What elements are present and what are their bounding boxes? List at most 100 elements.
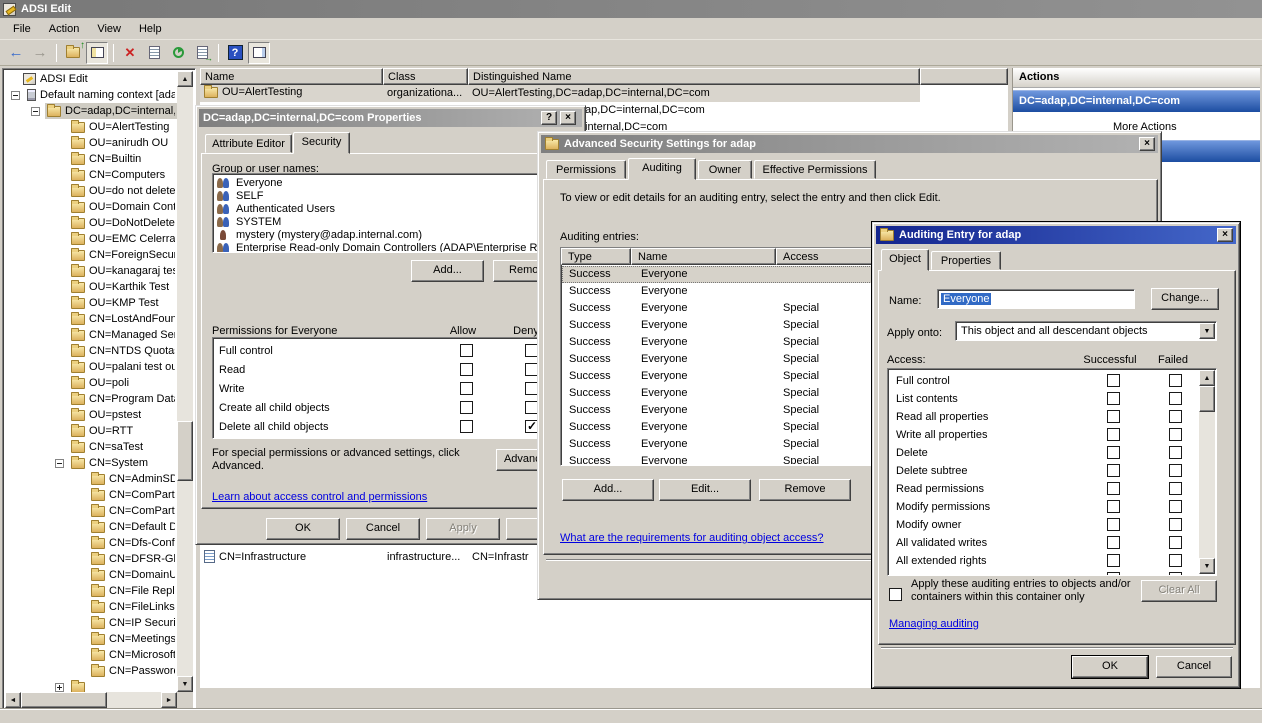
tree-item[interactable]: CN=NTDS Quotas xyxy=(5,343,177,359)
successful-checkbox[interactable] xyxy=(1107,518,1120,531)
tree-horizontal-scrollbar[interactable]: ◄ ► xyxy=(5,692,177,708)
cancel-button[interactable]: Cancel xyxy=(1156,656,1232,678)
group-list-item[interactable]: mystery (mystery@adap.internal.com) xyxy=(213,228,573,241)
tree-item[interactable]: CN=DomainUpd xyxy=(5,567,177,583)
allow-checkbox[interactable] xyxy=(460,382,473,395)
up-one-level-button[interactable]: ↑ xyxy=(62,42,84,64)
tree-item[interactable]: OU=kanagaraj test xyxy=(5,263,177,279)
scroll-thumb[interactable] xyxy=(1199,386,1215,412)
tree-item[interactable]: CN=System xyxy=(5,455,177,471)
ok-button[interactable]: OK xyxy=(1072,656,1148,678)
menu-file[interactable]: File xyxy=(4,20,40,38)
tree-expander-icon[interactable] xyxy=(31,107,40,116)
successful-checkbox[interactable] xyxy=(1107,464,1120,477)
group-list-item[interactable]: SELF xyxy=(213,189,573,202)
tree-item[interactable]: CN=Builtin xyxy=(5,151,177,167)
failed-checkbox[interactable] xyxy=(1169,482,1182,495)
successful-checkbox[interactable] xyxy=(1107,500,1120,513)
tree-item[interactable]: CN=ForeignSecurity xyxy=(5,247,177,263)
column-header-class[interactable]: Class xyxy=(383,68,468,85)
tree-item[interactable]: OU=do not delete xyxy=(5,183,177,199)
failed-checkbox[interactable] xyxy=(1169,410,1182,423)
tree-vertical-scrollbar[interactable]: ▲ ▼ xyxy=(177,71,193,692)
menu-help[interactable]: Help xyxy=(130,20,171,38)
tree-item[interactable]: CN=Password S xyxy=(5,663,177,679)
dialog-close-button[interactable]: × xyxy=(1139,137,1155,151)
successful-checkbox[interactable] xyxy=(1107,482,1120,495)
tree-item[interactable]: CN=File Replica xyxy=(5,583,177,599)
tree-item[interactable]: ADSI Edit xyxy=(5,71,177,87)
tree-item[interactable]: CN=Meetings xyxy=(5,631,177,647)
group-list-item[interactable]: Authenticated Users xyxy=(213,202,573,215)
failed-checkbox[interactable] xyxy=(1169,392,1182,405)
tree-item[interactable]: OU=RTT xyxy=(5,423,177,439)
tree-item[interactable]: CN=AdminSDHo xyxy=(5,471,177,487)
group-list-item[interactable]: Everyone xyxy=(213,176,573,189)
dialog-help-button[interactable]: ? xyxy=(541,111,557,125)
successful-checkbox[interactable] xyxy=(1107,446,1120,459)
column-header-name[interactable]: Name xyxy=(200,68,383,85)
tree-item[interactable]: CN=ComPartitio xyxy=(5,503,177,519)
properties-button[interactable] xyxy=(143,42,165,64)
tree-item[interactable]: CN=DFSR-Globa xyxy=(5,551,177,567)
column-header-type[interactable]: Type xyxy=(561,248,631,265)
managing-auditing-link[interactable]: Managing auditing xyxy=(889,618,979,630)
tree-expander-icon[interactable] xyxy=(11,91,20,100)
tree-item[interactable]: CN=MicrosoftDN xyxy=(5,647,177,663)
failed-checkbox[interactable] xyxy=(1169,446,1182,459)
scroll-up-button[interactable]: ▲ xyxy=(1199,370,1215,386)
group-list-item[interactable]: Enterprise Read-only Domain Controllers … xyxy=(213,241,573,253)
forward-button[interactable]: → xyxy=(29,42,51,64)
dialog-close-button[interactable]: × xyxy=(560,111,576,125)
successful-checkbox[interactable] xyxy=(1107,392,1120,405)
tree-item[interactable]: CN=Managed Servic xyxy=(5,327,177,343)
tab-auditing[interactable]: Auditing xyxy=(628,158,696,180)
scroll-right-button[interactable]: ► xyxy=(161,692,177,708)
scroll-thumb[interactable] xyxy=(177,421,193,481)
failed-checkbox[interactable] xyxy=(1169,554,1182,567)
apply-container-checkbox[interactable] xyxy=(889,588,902,601)
allow-checkbox[interactable] xyxy=(460,401,473,414)
successful-checkbox[interactable] xyxy=(1107,554,1120,567)
tree-item[interactable]: OU=DoNotDelete xyxy=(5,215,177,231)
tab-permissions[interactable]: Permissions xyxy=(546,160,626,179)
tree-item[interactable]: OU=pstest xyxy=(5,407,177,423)
tree-item[interactable]: CN=Default Dor xyxy=(5,519,177,535)
successful-checkbox[interactable] xyxy=(1107,410,1120,423)
actions-group-dc-adap[interactable]: DC=adap,DC=internal,DC=com xyxy=(1013,90,1260,112)
add-button[interactable]: Add... xyxy=(562,479,654,501)
menu-action[interactable]: Action xyxy=(40,20,89,38)
show-console-tree-button[interactable] xyxy=(86,42,108,64)
refresh-button[interactable] xyxy=(167,42,189,64)
scroll-down-button[interactable]: ▼ xyxy=(1199,558,1215,574)
cancel-button[interactable]: Cancel xyxy=(346,518,420,540)
auditing-requirements-link[interactable]: What are the requirements for auditing o… xyxy=(560,532,824,544)
tree-item[interactable]: Default naming context [ada xyxy=(5,87,177,103)
tab-properties[interactable]: Properties xyxy=(931,251,1001,270)
failed-checkbox[interactable] xyxy=(1169,518,1182,531)
failed-checkbox[interactable] xyxy=(1169,500,1182,513)
tree-item[interactable]: CN=Computers xyxy=(5,167,177,183)
tree-item[interactable]: CN=LostAndFound xyxy=(5,311,177,327)
access-list-scrollbar[interactable]: ▲ ▼ xyxy=(1199,370,1215,574)
apply-button[interactable]: Apply xyxy=(426,518,500,540)
tree-item[interactable]: OU=poli xyxy=(5,375,177,391)
tree-item[interactable]: DC=adap,DC=internal,D xyxy=(5,103,177,119)
name-input[interactable]: Everyone xyxy=(937,289,1135,309)
tab-object[interactable]: Object xyxy=(881,249,929,271)
tab-owner[interactable]: Owner xyxy=(698,160,752,179)
scroll-down-button[interactable]: ▼ xyxy=(177,676,193,692)
tree-item[interactable]: OU=Domain Control xyxy=(5,199,177,215)
column-header-name[interactable]: Name xyxy=(631,248,776,265)
scroll-left-button[interactable]: ◄ xyxy=(5,692,21,708)
tab-effective-permissions[interactable]: Effective Permissions xyxy=(754,160,876,179)
tab-attribute-editor[interactable]: Attribute Editor xyxy=(205,134,292,153)
access-control-link[interactable]: Learn about access control and permissio… xyxy=(212,491,427,503)
tree-item[interactable]: CN=ComPartitio xyxy=(5,487,177,503)
failed-checkbox[interactable] xyxy=(1169,428,1182,441)
successful-checkbox[interactable] xyxy=(1107,374,1120,387)
failed-checkbox[interactable] xyxy=(1169,374,1182,387)
clear-all-button[interactable]: Clear All xyxy=(1141,580,1217,602)
tree-item[interactable]: CN=IP Security xyxy=(5,615,177,631)
column-header-distinguished-name[interactable]: Distinguished Name xyxy=(468,68,920,85)
